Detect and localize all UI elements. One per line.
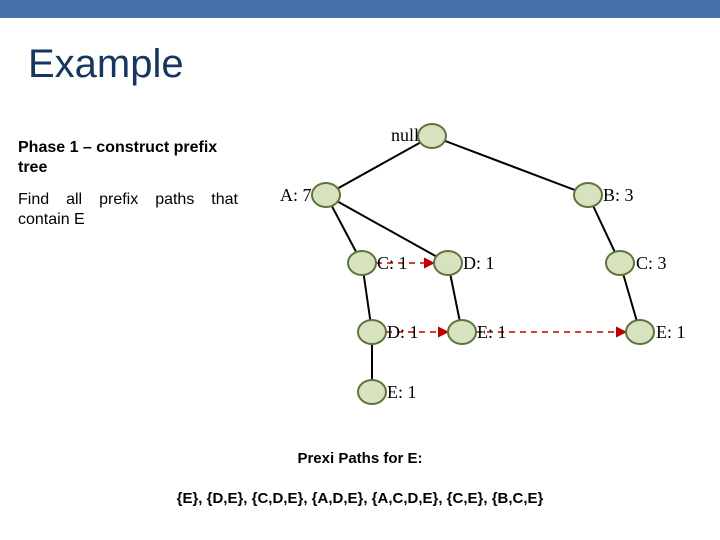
label-c3: C: 3 [636,253,667,273]
node-e1-left [358,380,386,404]
label-null: null [391,125,419,145]
node-c3 [606,251,634,275]
paths-list: {E}, {D,E}, {C,D,E}, {A,D,E}, {A,C,D,E},… [0,490,720,507]
label-a7: A: 7 [280,185,312,205]
label-d1b: D: 1 [387,322,419,342]
node-d1b [358,320,386,344]
node-a7 [312,183,340,207]
label-b3: B: 3 [603,185,634,205]
label-e1b: E: 1 [656,322,686,342]
label-c1: C: 1 [377,253,408,273]
node-c1 [348,251,376,275]
node-b3 [574,183,602,207]
edge-null-b [432,136,588,195]
paths-header: Prexi Paths for E: [0,450,720,467]
label-d1a: D: 1 [463,253,495,273]
node-e1-right [626,320,654,344]
label-e1c: E: 1 [387,382,417,402]
node-e1-mid [448,320,476,344]
label-e1a: E: 1 [477,322,507,342]
node-d1a [434,251,462,275]
node-null [418,124,446,148]
